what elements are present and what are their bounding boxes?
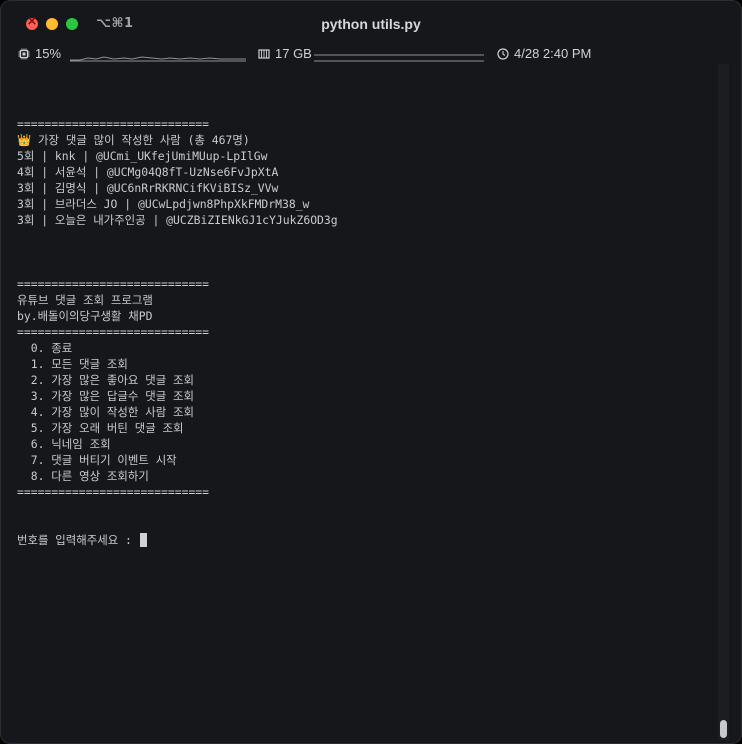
output-line: 8. 다른 영상 조회하기 [17, 469, 149, 483]
clock-icon [497, 47, 509, 60]
scrollbar-thumb[interactable] [720, 720, 727, 738]
window-title: python utils.py [321, 16, 421, 32]
datetime-value: 4/28 2:40 PM [514, 46, 592, 61]
output-line: ============================ [17, 485, 210, 499]
scrollbar[interactable] [718, 64, 729, 740]
output-line: 6. 닉네임 조회 [17, 437, 111, 451]
output-line: 0. 종료 [17, 341, 73, 355]
output-line: 1. 모든 댓글 조회 [17, 357, 128, 371]
status-bar: 15% 17 GB 4/28 2:40 PM [0, 40, 742, 68]
clock-status: 4/28 2:40 PM [497, 46, 591, 61]
output-line: 5회 | knk | @UCmi_UKfejUmiMUup-LpIlGw [17, 149, 268, 163]
memory-value: 17 GB [275, 46, 312, 61]
memory-icon [258, 48, 270, 59]
title-bar: ⌥⌘1 python utils.py [0, 0, 742, 40]
memory-status: 17 GB [258, 46, 312, 61]
output-line: 7. 댓글 버티기 이벤트 시작 [17, 453, 177, 467]
text-cursor [139, 533, 147, 547]
output-line: by.배돌이의당구생활 채PD [17, 309, 153, 323]
memory-sparkline [314, 54, 484, 62]
output-line: 👑 가장 댓글 많이 작성한 사람 (총 467명) [17, 133, 250, 147]
output-line: 유튜브 댓글 조회 프로그램 [17, 293, 153, 307]
output-lines: ============================ 👑 가장 댓글 많이 작… [17, 116, 717, 500]
output-line: 5. 가장 오래 버틴 댓글 조회 [17, 421, 184, 435]
output-line: 3회 | 브라더스 JO | @UCwLpdjwn8PhpXkFMDrM38_w [17, 197, 310, 211]
cpu-value: 15% [35, 46, 62, 61]
cpu-status: 15% [18, 46, 61, 61]
output-line: ============================ [17, 117, 210, 131]
cpu-icon [18, 48, 30, 59]
output-line: 4회 | 서윤석 | @UCMg04Q8fT-UzNse6FvJpXtA [17, 165, 279, 179]
output-line: 3회 | 오늘은 내가주인공 | @UCZBiZIENkGJ1cYJukZ6OD… [17, 213, 338, 227]
output-line: ============================ [17, 325, 210, 339]
terminal-output[interactable]: ============================ 👑 가장 댓글 많이 작… [17, 84, 717, 580]
output-line: 3회 | 김명식 | @UC6nRrRKRNCifKViBISz_VVw [17, 181, 279, 195]
cpu-sparkline [70, 56, 246, 62]
output-line: ============================ [17, 277, 210, 291]
input-prompt-line[interactable]: 번호를 입력해주세요 : [17, 532, 717, 548]
output-line: 3. 가장 많은 답글수 댓글 조회 [17, 389, 194, 403]
output-line: 2. 가장 많은 좋아요 댓글 조회 [17, 373, 194, 387]
terminal-window: ⌥⌘1 python utils.py 15% 17 GB [0, 0, 742, 744]
output-line: 4. 가장 많이 작성한 사람 조회 [17, 405, 194, 419]
input-prompt: 번호를 입력해주세요 : [17, 533, 139, 547]
